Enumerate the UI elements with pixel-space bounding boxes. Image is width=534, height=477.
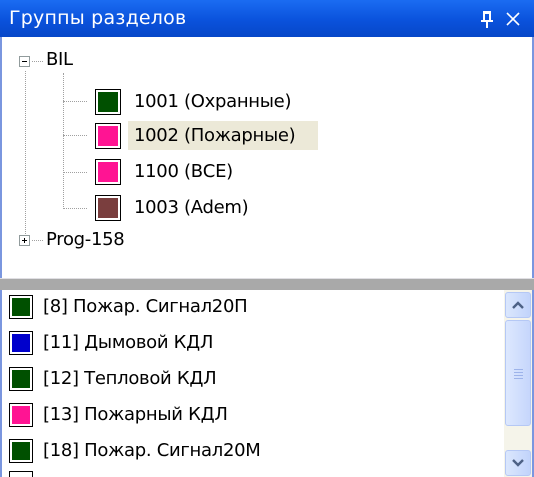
panel-title-bar[interactable]: Группы разделов	[0, 0, 534, 37]
section-groups-tree[interactable]: BIL 1001 (Охранные) 1002 (Пожарные) 1100…	[0, 37, 534, 278]
color-swatch-green	[95, 89, 121, 115]
tree-item-1001[interactable]: 1001 (Охранные)	[134, 90, 291, 114]
tree-item-1003[interactable]: 1003 (Adem)	[134, 196, 249, 220]
tree-guide-bil-children	[63, 73, 64, 209]
vertical-scrollbar[interactable]	[504, 290, 532, 477]
tree-group-bil[interactable]: BIL	[46, 48, 73, 72]
color-swatch-green	[9, 439, 33, 463]
list-item-label: [13] Пожарный КДЛ	[43, 404, 228, 425]
tree-guide-child-4	[63, 208, 87, 209]
tree-guide-root	[25, 71, 26, 242]
list-item-label: [11] Дымовой КДЛ	[43, 332, 214, 353]
chevron-up-icon	[512, 301, 524, 309]
tree-item-1002[interactable]: 1002 (Пожарные)	[134, 124, 296, 148]
panel-title: Группы разделов	[9, 7, 187, 29]
list-item[interactable]: [11] Дымовой КДЛ	[2, 327, 492, 359]
color-swatch-pink	[95, 123, 121, 149]
list-item-partial	[9, 471, 33, 477]
tree-group-prog-158[interactable]: Prog-158	[46, 228, 125, 252]
color-swatch-green	[9, 295, 33, 319]
list-item-label: [8] Пожар. Сигнал20П	[43, 296, 248, 317]
list-item[interactable]: [12] Тепловой КДЛ	[2, 363, 492, 395]
tree-item-1100[interactable]: 1100 (ВСЕ)	[134, 160, 233, 184]
close-icon[interactable]	[504, 10, 522, 28]
list-item-label: [18] Пожар. Сигнал20М	[43, 440, 261, 461]
scroll-thumb[interactable]	[505, 320, 531, 426]
list-item[interactable]: [8] Пожар. Сигнал20П	[2, 291, 492, 323]
plus-box-icon[interactable]	[19, 235, 30, 246]
color-swatch-pink	[95, 159, 121, 185]
tree-guide-child-3	[63, 172, 87, 173]
scroll-down-button[interactable]	[505, 450, 531, 476]
pin-icon[interactable]	[478, 9, 496, 29]
tree-guide-child-1	[63, 101, 87, 102]
tree-guide-prog	[32, 240, 43, 241]
color-swatch-blue	[9, 331, 33, 355]
color-swatch-green	[9, 367, 33, 391]
color-swatch-brown	[95, 195, 121, 221]
minus-box-icon[interactable]	[19, 56, 30, 67]
color-swatch-pink	[9, 403, 33, 427]
tree-guide-bil	[32, 61, 43, 62]
list-item[interactable]: [13] Пожарный КДЛ	[2, 399, 492, 431]
list-item-label: [12] Тепловой КДЛ	[43, 368, 217, 389]
zones-list[interactable]: [8] Пожар. Сигнал20П [11] Дымовой КДЛ [1…	[0, 290, 534, 477]
chevron-down-icon	[512, 459, 524, 467]
pane-splitter[interactable]	[0, 278, 534, 290]
tree-guide-child-2	[63, 135, 87, 136]
scroll-up-button[interactable]	[505, 292, 531, 318]
list-item[interactable]: [18] Пожар. Сигнал20М	[2, 435, 492, 467]
